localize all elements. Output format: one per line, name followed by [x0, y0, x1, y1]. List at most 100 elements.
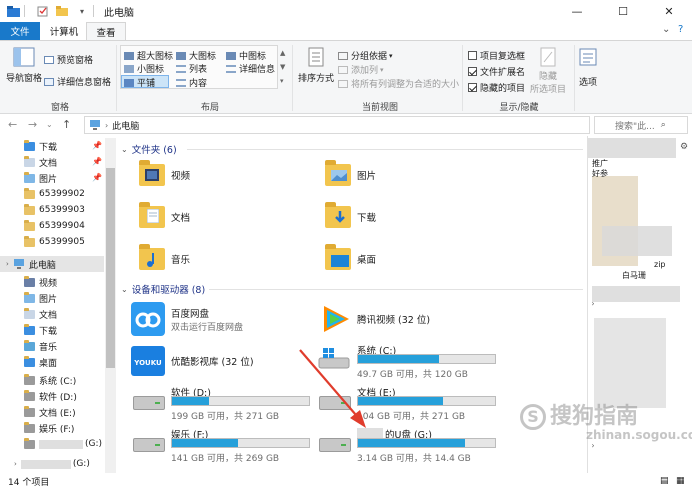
- sidebar-item-music[interactable]: 音乐: [24, 338, 57, 354]
- layout-scroll-up-button[interactable]: ▲: [280, 49, 285, 57]
- sidebar-item-folder[interactable]: 65399902: [24, 186, 85, 202]
- search-input[interactable]: 搜索"此... ⌕: [594, 116, 688, 134]
- devices-section-header[interactable]: ⌄ 设备和驱动器 (8): [121, 282, 205, 297]
- group-by-button[interactable]: 分组依据 ▾: [338, 49, 393, 62]
- hide-selected-button[interactable]: 隐藏 所选项目: [530, 47, 566, 95]
- folder-icon: [24, 219, 35, 231]
- layout-medium[interactable]: 中图标: [226, 49, 266, 62]
- drive-g-usb[interactable]: [317, 432, 351, 454]
- drive-f-usage-fill: [172, 439, 238, 447]
- drive-c[interactable]: [317, 346, 351, 370]
- folder-music[interactable]: 音乐: [139, 244, 190, 270]
- sidebar-item-desktop[interactable]: 桌面: [24, 354, 57, 370]
- folder-desktop[interactable]: 桌面: [325, 244, 376, 270]
- sidebar-item-drive-e[interactable]: 文档 (E:): [24, 404, 76, 420]
- layout-small[interactable]: 小图标: [124, 62, 164, 75]
- drive-f[interactable]: [131, 432, 165, 454]
- folder-label: 文档: [171, 213, 191, 224]
- sidebar-item-videos[interactable]: 视频: [24, 274, 57, 290]
- help-button[interactable]: ?: [678, 24, 683, 35]
- tencent-name: 腾讯视频 (32 位): [357, 315, 431, 326]
- minimize-button[interactable]: —: [554, 0, 600, 22]
- sidebar-item-downloads[interactable]: 下载: [24, 138, 57, 154]
- properties-icon[interactable]: [35, 5, 49, 17]
- layout-large[interactable]: 大图标: [176, 49, 216, 62]
- folder-downloads[interactable]: 下载: [325, 202, 376, 228]
- folders-section-header[interactable]: ⌄ 文件夹 (6): [121, 142, 177, 157]
- up-button[interactable]: ↑: [62, 118, 71, 131]
- layout-group-label: 布局: [200, 103, 219, 113]
- sidebar-item-folder[interactable]: 65399904: [24, 218, 85, 234]
- drive-g-free: 3.14 GB 可用，共 14.4 GB: [357, 454, 471, 464]
- sidebar-item-drive-g[interactable]: (G:): [24, 436, 102, 452]
- ribbon-collapse-button[interactable]: ⌄: [662, 24, 670, 35]
- sidebar-item-pictures[interactable]: 图片: [24, 170, 57, 186]
- drive-d[interactable]: [131, 390, 165, 412]
- sidebar-item-drive-c[interactable]: 系统 (C:): [24, 372, 76, 388]
- downloads-folder-icon: [24, 139, 35, 151]
- baidu-sub: 双击运行百度网盘: [171, 323, 244, 333]
- folder-videos[interactable]: 视频: [139, 160, 190, 186]
- forward-button[interactable]: →: [28, 118, 37, 131]
- drive-f-usage-bar: [171, 438, 310, 448]
- music-folder-icon: [139, 244, 165, 270]
- details-view-icon[interactable]: ▤: [660, 476, 669, 486]
- hidden-items-checkbox[interactable]: [468, 83, 477, 92]
- sort-button[interactable]: 排序方式: [298, 47, 334, 84]
- maximize-button[interactable]: ☐: [600, 0, 646, 22]
- layout-expand-button[interactable]: ▾: [280, 77, 284, 85]
- large-icons-view-icon[interactable]: ▦: [676, 476, 685, 486]
- options-button[interactable]: 选项: [578, 47, 598, 88]
- sidebar-scrollbar-thumb[interactable]: [106, 168, 115, 368]
- preview-pane-button[interactable]: 预览窗格: [44, 53, 93, 66]
- quick-access-dropdown-icon[interactable]: ▾: [75, 5, 89, 17]
- file-ext-toggle[interactable]: 文件扩展名: [468, 65, 525, 78]
- tab-view[interactable]: 查看: [86, 22, 126, 40]
- show-hide-group-label: 显示/隐藏: [499, 103, 539, 113]
- folder-documents[interactable]: 文档: [139, 202, 191, 228]
- layout-list[interactable]: 列表: [176, 62, 207, 75]
- sidebar-item-drive-f[interactable]: 娱乐 (F:): [24, 420, 74, 436]
- add-column-icon: [338, 65, 348, 74]
- sidebar-item-this-pc[interactable]: › 此电脑: [0, 256, 104, 272]
- sidebar-item-documents[interactable]: 文档: [24, 306, 57, 322]
- file-ext-checkbox[interactable]: [468, 67, 477, 76]
- fit-columns-button[interactable]: 将所有列调整为合适的大小: [338, 77, 459, 90]
- videos-folder-icon: [139, 160, 165, 186]
- layout-tiles[interactable]: 平铺: [124, 76, 155, 89]
- sidebar-item-documents[interactable]: 文档: [24, 154, 57, 170]
- layout-content[interactable]: 内容: [176, 76, 207, 89]
- nav-pane-button[interactable]: 导航窗格: [6, 47, 42, 84]
- app-tencent-video[interactable]: [319, 302, 353, 336]
- recent-locations-button[interactable]: ⌄: [46, 120, 53, 129]
- layout-scroll-down-button[interactable]: ▼: [280, 63, 285, 71]
- ribbon-tabs: 文件 计算机 查看 ⌄ ?: [0, 22, 692, 40]
- app-youku[interactable]: YOUKU: [131, 346, 165, 376]
- new-folder-icon[interactable]: [55, 5, 69, 17]
- layout-details[interactable]: 详细信息: [226, 62, 275, 75]
- sort-label: 排序方式: [298, 74, 335, 84]
- app-baidu-netdisk[interactable]: [131, 302, 165, 336]
- desktop-folder-icon: [325, 244, 351, 270]
- close-button[interactable]: ✕: [646, 0, 692, 22]
- details-pane-button[interactable]: 详细信息窗格: [44, 75, 111, 88]
- sidebar-item-downloads[interactable]: 下载: [24, 322, 57, 338]
- preview-settings-icon[interactable]: ⚙: [680, 142, 688, 152]
- drive-e[interactable]: [317, 390, 351, 412]
- sidebar-item-folder[interactable]: 65399905: [24, 234, 85, 250]
- address-bar[interactable]: › 此电脑: [84, 116, 590, 134]
- item-checkbox-toggle[interactable]: 项目复选框: [468, 49, 525, 62]
- breadcrumb-separator: ›: [105, 120, 109, 130]
- back-button[interactable]: ←: [8, 118, 17, 131]
- hidden-items-toggle[interactable]: 隐藏的项目: [468, 81, 525, 94]
- sidebar-item-folder[interactable]: 65399903: [24, 202, 85, 218]
- folder-pictures[interactable]: 图片: [325, 160, 376, 186]
- sidebar-item-drive-g-2[interactable]: › (G:): [14, 456, 90, 472]
- tab-computer[interactable]: 计算机: [42, 22, 86, 40]
- sidebar-item-drive-d[interactable]: 软件 (D:): [24, 388, 77, 404]
- add-column-button[interactable]: 添加列 ▾: [338, 63, 384, 76]
- tab-file[interactable]: 文件: [0, 22, 40, 40]
- item-checkbox-box[interactable]: [468, 51, 477, 60]
- layout-extra-large[interactable]: 超大图标: [124, 49, 173, 62]
- sidebar-item-pictures[interactable]: 图片: [24, 290, 57, 306]
